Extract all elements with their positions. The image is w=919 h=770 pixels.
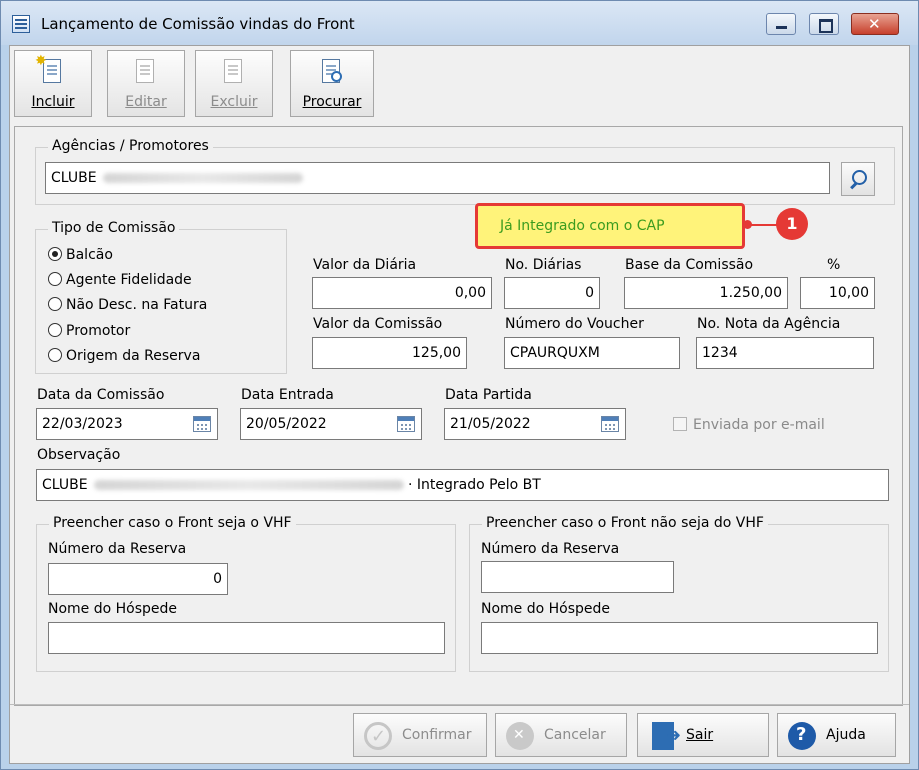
radio-icon bbox=[48, 348, 62, 362]
callout-dot bbox=[743, 220, 752, 229]
radio-balcao[interactable]: Balcão bbox=[48, 247, 113, 263]
agency-input[interactable]: CLUBE bbox=[45, 162, 830, 194]
percent-label: % bbox=[827, 257, 841, 273]
radio-promotor[interactable]: Promotor bbox=[48, 323, 130, 339]
observation-input[interactable]: CLUBE · Integrado Pelo BT bbox=[36, 469, 889, 501]
check-icon bbox=[364, 716, 392, 758]
blurred-text bbox=[102, 173, 303, 183]
form-content: ✸ Incluir Editar Excluir Procurar Agênci… bbox=[9, 45, 910, 764]
non-vhf-group-title: Preencher caso o Front não seja do VHF bbox=[482, 515, 768, 531]
new-document-icon: ✸ bbox=[35, 53, 63, 85]
vhf-reservation-label: Número da Reserva bbox=[48, 541, 187, 557]
delete-button[interactable]: Excluir bbox=[195, 50, 273, 117]
agencies-group-title: Agências / Promotores bbox=[48, 138, 213, 154]
commission-date-input[interactable]: 22/03/2023 bbox=[36, 408, 218, 440]
observation-label: Observação bbox=[37, 447, 121, 463]
radio-agente-fidelidade[interactable]: Agente Fidelidade bbox=[48, 272, 192, 288]
vhf-guest-label: Nome do Hóspede bbox=[48, 601, 178, 617]
minimize-button[interactable] bbox=[766, 13, 796, 35]
checkbox-icon bbox=[673, 417, 687, 431]
maximize-button[interactable] bbox=[809, 13, 839, 35]
radio-origem-reserva[interactable]: Origem da Reserva bbox=[48, 348, 200, 364]
percent-input[interactable]: 10,00 bbox=[800, 277, 875, 309]
calendar-icon[interactable] bbox=[397, 416, 415, 432]
non-vhf-guest-input[interactable] bbox=[481, 622, 878, 654]
cancel-icon bbox=[506, 714, 534, 756]
edit-label: Editar bbox=[125, 94, 167, 110]
search-label: Procurar bbox=[302, 94, 362, 110]
form-area: Agências / Promotores CLUBE Tipo de Comi… bbox=[14, 126, 903, 706]
search-button[interactable]: Procurar bbox=[290, 50, 374, 117]
title-bar[interactable]: Lançamento de Comissão vindas do Front bbox=[1, 1, 918, 45]
agency-note-label: No. Nota da Agência bbox=[697, 316, 841, 332]
entry-date-input[interactable]: 20/05/2022 bbox=[240, 408, 422, 440]
exit-door-icon bbox=[652, 715, 681, 757]
non-vhf-reservation-label: Número da Reserva bbox=[481, 541, 620, 557]
radio-nao-desc[interactable]: Não Desc. na Fatura bbox=[48, 297, 207, 313]
calendar-icon[interactable] bbox=[193, 416, 211, 432]
calendar-icon[interactable] bbox=[601, 416, 619, 432]
daily-value-input[interactable]: 0,00 bbox=[312, 277, 492, 309]
num-days-label: No. Diárias bbox=[505, 257, 582, 273]
commission-date-label: Data da Comissão bbox=[37, 387, 165, 403]
include-button[interactable]: ✸ Incluir bbox=[14, 50, 92, 117]
edit-document-icon bbox=[136, 59, 156, 85]
radio-checked-icon bbox=[48, 247, 62, 261]
form-icon bbox=[12, 15, 30, 33]
help-button[interactable]: Ajuda bbox=[777, 713, 896, 757]
commission-base-input[interactable]: 1.250,00 bbox=[624, 277, 788, 309]
radio-icon bbox=[48, 272, 62, 286]
delete-label: Excluir bbox=[210, 94, 258, 110]
commission-type-group: Tipo de Comissão Balcão Agente Fidelidad… bbox=[35, 220, 287, 374]
include-label: Incluir bbox=[31, 94, 75, 110]
radio-icon bbox=[48, 297, 62, 311]
non-vhf-reservation-input[interactable] bbox=[481, 561, 674, 593]
agency-search-button[interactable] bbox=[841, 162, 875, 196]
search-document-icon bbox=[322, 59, 342, 85]
app-window: Lançamento de Comissão vindas do Front ✸… bbox=[0, 0, 919, 770]
cancel-button[interactable]: Cancelar bbox=[495, 713, 627, 757]
exit-button[interactable]: Sair bbox=[637, 713, 769, 757]
close-button[interactable] bbox=[851, 13, 899, 35]
integration-status-badge: Já Integrado com o CAP bbox=[475, 203, 745, 249]
departure-date-label: Data Partida bbox=[445, 387, 532, 403]
help-icon bbox=[788, 714, 816, 756]
email-sent-checkbox[interactable]: Enviada por e-mail bbox=[673, 417, 825, 433]
delete-document-icon bbox=[224, 59, 244, 85]
num-days-input[interactable]: 0 bbox=[504, 277, 600, 309]
non-vhf-guest-label: Nome do Hóspede bbox=[481, 601, 611, 617]
vhf-reservation-input[interactable]: 0 bbox=[48, 563, 228, 595]
blurred-text bbox=[93, 480, 404, 490]
commission-type-title: Tipo de Comissão bbox=[48, 220, 180, 236]
entry-date-label: Data Entrada bbox=[241, 387, 334, 403]
commission-value-input[interactable]: 125,00 bbox=[312, 337, 467, 369]
departure-date-input[interactable]: 21/05/2022 bbox=[444, 408, 626, 440]
commission-base-label: Base da Comissão bbox=[625, 257, 754, 273]
vhf-guest-input[interactable] bbox=[48, 622, 445, 654]
agency-note-input[interactable]: 1234 bbox=[696, 337, 874, 369]
window-title: Lançamento de Comissão vindas do Front bbox=[41, 15, 355, 33]
vhf-group-title: Preencher caso o Front seja o VHF bbox=[49, 515, 296, 531]
daily-value-label: Valor da Diária bbox=[313, 257, 417, 273]
edit-button[interactable]: Editar bbox=[107, 50, 185, 117]
voucher-input[interactable]: CPAURQUXM bbox=[504, 337, 680, 369]
confirm-button[interactable]: Confirmar bbox=[353, 713, 487, 758]
callout-number: 1 bbox=[776, 208, 808, 240]
voucher-label: Número do Voucher bbox=[505, 316, 644, 332]
radio-icon bbox=[48, 323, 62, 337]
commission-value-label: Valor da Comissão bbox=[313, 316, 443, 332]
action-bar: Confirmar Cancelar Sair Ajuda bbox=[10, 704, 909, 763]
